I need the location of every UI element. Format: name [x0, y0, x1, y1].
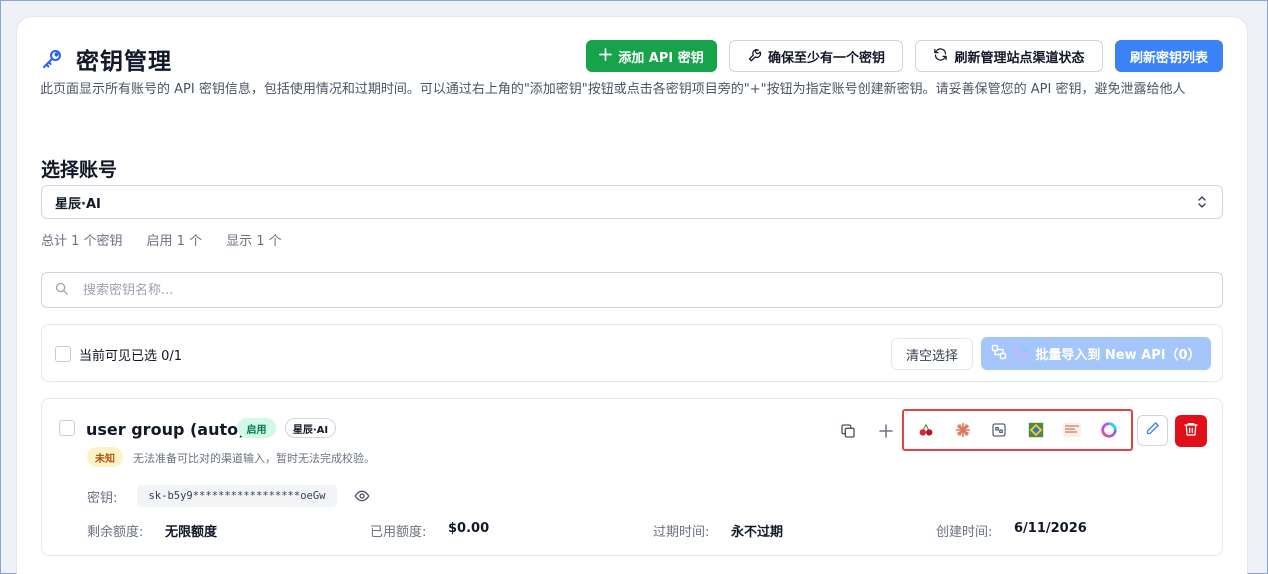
remaining-value: 无限额度	[165, 525, 218, 540]
refresh-channel-status-button[interactable]: 刷新管理站点渠道状态	[915, 40, 1103, 72]
batch-import-button[interactable]: 批量导入到 New API（0）	[981, 337, 1211, 370]
check-status-badge: 未知	[87, 447, 123, 467]
used-value: $0.00	[448, 521, 490, 536]
created-label: 创建时间:	[936, 525, 993, 540]
wrench-icon	[747, 47, 762, 66]
edit-key-button[interactable]	[1137, 415, 1168, 446]
account-select[interactable]: 星辰·AI	[41, 185, 1223, 219]
select-all-checkbox[interactable]	[55, 346, 71, 362]
delete-key-button[interactable]	[1175, 415, 1207, 447]
expire-label: 过期时间:	[653, 525, 710, 540]
account-select-value: 星辰·AI	[55, 196, 101, 212]
key-stats: 总计 1 个密钥 启用 1 个 显示 1 个	[41, 230, 282, 249]
cherry-studio-icon[interactable]	[916, 420, 936, 440]
selection-count: 当前可见已选 0/1	[79, 349, 183, 364]
app-export-group	[902, 409, 1133, 451]
add-key-button[interactable]: 添加 API 密钥	[586, 40, 717, 72]
pencil-icon	[1145, 421, 1160, 440]
new-api-ring-icon[interactable]	[1099, 420, 1119, 440]
plus-icon	[599, 47, 613, 65]
status-badge: 启用	[237, 418, 276, 438]
search-input[interactable]	[83, 282, 1183, 298]
stat-total: 总计 1 个密钥	[41, 234, 123, 249]
key-label: 密钥:	[87, 491, 118, 506]
used-label: 已用额度:	[370, 525, 427, 540]
search-icon	[54, 281, 69, 300]
refresh-key-list-button[interactable]: 刷新密钥列表	[1115, 40, 1223, 72]
key-value: sk-b5y9*****************oeGw	[137, 485, 337, 507]
eye-icon[interactable]	[353, 487, 371, 505]
copy-icon[interactable]	[838, 421, 858, 441]
chevron-up-down-icon	[1196, 195, 1208, 213]
clear-selection-button[interactable]: 清空选择	[891, 338, 973, 370]
created-value: 6/11/2026	[1014, 521, 1087, 536]
check-message: 无法准备可比对的渠道输入，暂时无法完成校验。	[133, 452, 375, 465]
ensure-key-button[interactable]: 确保至少有一个密钥	[729, 40, 903, 72]
stat-enabled: 启用 1 个	[146, 234, 203, 249]
refresh-icon	[933, 47, 948, 66]
channel-link-icon	[991, 344, 1007, 364]
ai-box-icon[interactable]	[989, 420, 1009, 440]
key-icon	[40, 47, 64, 71]
trash-icon	[1183, 421, 1199, 441]
expire-value: 永不过期	[731, 525, 784, 540]
remaining-label: 剩余额度:	[87, 525, 144, 540]
site-badge: 星辰·AI	[285, 418, 336, 438]
add-key-plus-icon[interactable]	[876, 421, 896, 441]
stat-shown: 显示 1 个	[226, 234, 282, 249]
key-card: user group (auto) 启用 星辰·AI 未知 无法准备可比对的渠道…	[41, 398, 1223, 556]
page-description: 此页面显示所有账号的 API 密钥信息，包括使用情况和过期时间。可以通过右上角的…	[40, 82, 1186, 97]
claude-burst-icon[interactable]	[953, 420, 973, 440]
key-select-checkbox[interactable]	[59, 420, 75, 436]
page-title: 密钥管理	[76, 49, 172, 75]
new-api-logo-icon	[1013, 344, 1029, 364]
diamond-app-icon[interactable]	[1026, 420, 1046, 440]
account-section-title: 选择账号	[41, 159, 118, 181]
selection-panel: 当前可见已选 0/1 清空选择 批量导入到 New API（0）	[41, 324, 1223, 382]
search-bar	[41, 272, 1223, 308]
claude-code-banner-icon[interactable]	[1062, 420, 1082, 440]
key-name: user group (auto)	[86, 420, 246, 439]
page-header: 密钥管理	[40, 42, 172, 76]
